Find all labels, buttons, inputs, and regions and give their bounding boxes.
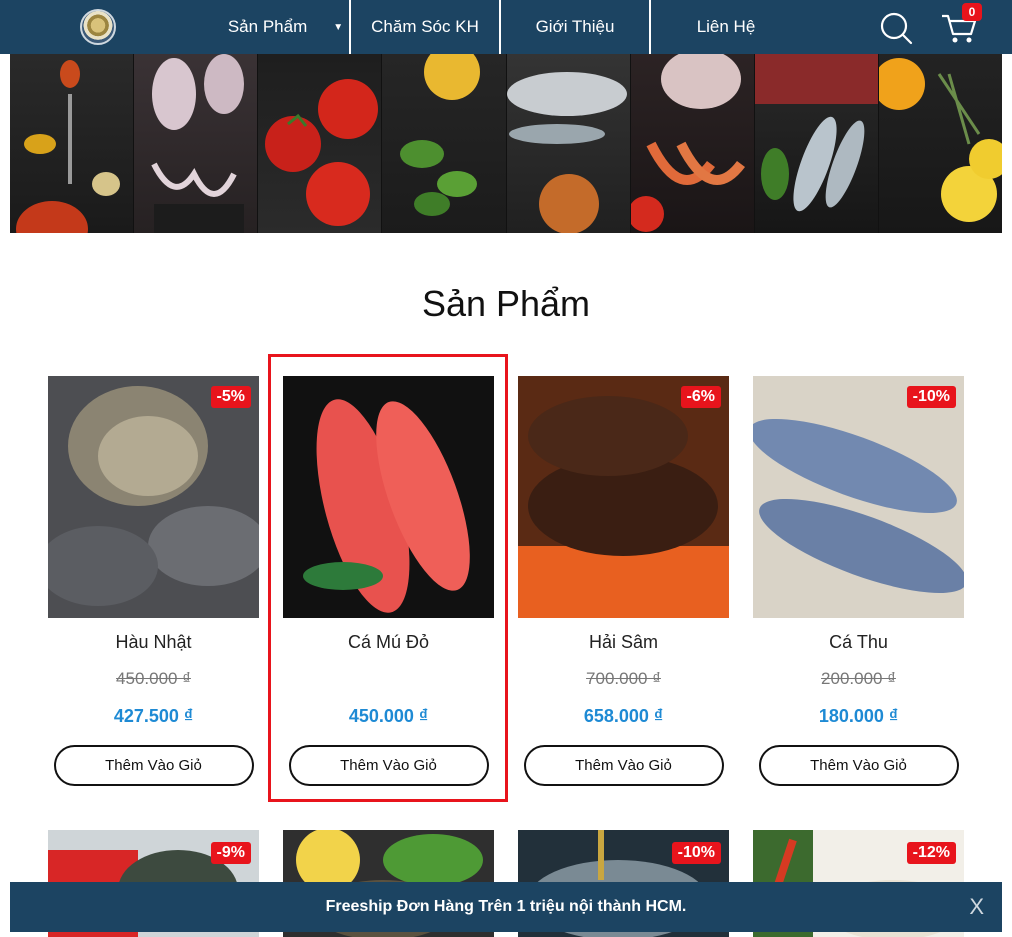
product-old-price: 700.000 ₫ — [586, 669, 661, 688]
product-card[interactable]: -5% Hàu Nhật 450.000 ₫ 427.500 ₫ Thêm Và… — [48, 376, 259, 786]
hero-banner — [10, 54, 1002, 233]
product-price: 180.000 ₫ — [818, 706, 899, 726]
freeship-notice-text: Freeship Đơn Hàng Trên 1 triệu nội thành… — [325, 898, 687, 915]
nav-item-label: Giới Thiệu — [535, 17, 615, 36]
product-image-red-grouper[interactable] — [283, 376, 494, 618]
product-old-price — [283, 669, 494, 689]
product-price: 427.500 ₫ — [113, 706, 194, 726]
product-image-oyster[interactable]: -5% — [48, 376, 259, 618]
product-name[interactable]: Hàu Nhật — [48, 632, 259, 654]
main-nav: Sản Phẩm ▼ Chăm Sóc KH Giới Thiệu Liên H… — [220, 0, 801, 54]
product-name[interactable]: Cá Thu — [753, 632, 964, 654]
discount-badge: -10% — [671, 842, 721, 864]
banner-lemon-rosemary-image — [878, 54, 1002, 233]
nav-item-label: Liên Hệ — [696, 17, 756, 36]
nav-item-about[interactable]: Giới Thiệu — [501, 0, 651, 54]
product-card[interactable]: Cá Mú Đỏ 450.000 ₫ Thêm Vào Giỏ — [283, 376, 494, 786]
product-card[interactable]: -10% Cá Thu 200.000 ₫ 180.000 ₫ Thêm Vào… — [753, 376, 964, 786]
banner-spices-image — [10, 54, 135, 233]
product-name[interactable]: Cá Mú Đỏ — [283, 632, 494, 654]
logo-icon[interactable] — [80, 9, 116, 45]
site-header: Sản Phẩm ▼ Chăm Sóc KH Giới Thiệu Liên H… — [0, 0, 1012, 54]
banner-tomatoes-image — [258, 54, 383, 233]
discount-badge: -5% — [210, 386, 251, 408]
nav-item-products[interactable]: Sản Phẩm ▼ — [220, 0, 351, 54]
cart-count-badge: 0 — [962, 3, 982, 21]
discount-badge: -9% — [210, 842, 251, 864]
close-icon[interactable]: X — [969, 894, 984, 920]
caret-down-icon[interactable]: ▼ — [333, 22, 343, 33]
banner-anchovy-image — [754, 54, 879, 233]
product-price: 658.000 ₫ — [583, 706, 664, 726]
add-to-cart-button[interactable]: Thêm Vào Giỏ — [53, 745, 254, 786]
product-old-price: 200.000 ₫ — [821, 669, 896, 688]
add-to-cart-button[interactable]: Thêm Vào Giỏ — [523, 745, 724, 786]
add-to-cart-button[interactable]: Thêm Vào Giỏ — [288, 745, 489, 786]
add-to-cart-button[interactable]: Thêm Vào Giỏ — [758, 745, 959, 786]
freeship-notice-bar: Freeship Đơn Hàng Trên 1 triệu nội thành… — [10, 882, 1002, 932]
nav-item-label: Chăm Sóc KH — [371, 17, 479, 36]
discount-badge: -6% — [680, 386, 721, 408]
product-image-mackerel[interactable]: -10% — [753, 376, 964, 618]
product-old-price: 450.000 ₫ — [116, 669, 191, 688]
banner-fish-spice-image — [506, 54, 631, 233]
banner-squid-image — [134, 54, 259, 233]
discount-badge: -12% — [906, 842, 956, 864]
nav-item-label: Sản Phẩm — [227, 17, 308, 36]
product-image-sea-cucumber[interactable]: -6% — [518, 376, 729, 618]
product-card[interactable]: -6% Hải Sâm 700.000 ₫ 658.000 ₫ Thêm Vào… — [518, 376, 729, 786]
nav-item-customer-care[interactable]: Chăm Sóc KH — [351, 0, 501, 54]
section-title: Sản Phẩm — [421, 283, 591, 324]
banner-octopus-shrimp-image — [630, 54, 755, 233]
product-name[interactable]: Hải Sâm — [518, 632, 729, 654]
discount-badge: -10% — [906, 386, 956, 408]
banner-herbs-image — [382, 54, 507, 233]
product-price: 450.000 ₫ — [348, 706, 429, 726]
search-icon[interactable] — [878, 10, 914, 46]
nav-item-contact[interactable]: Liên Hệ — [651, 0, 801, 54]
